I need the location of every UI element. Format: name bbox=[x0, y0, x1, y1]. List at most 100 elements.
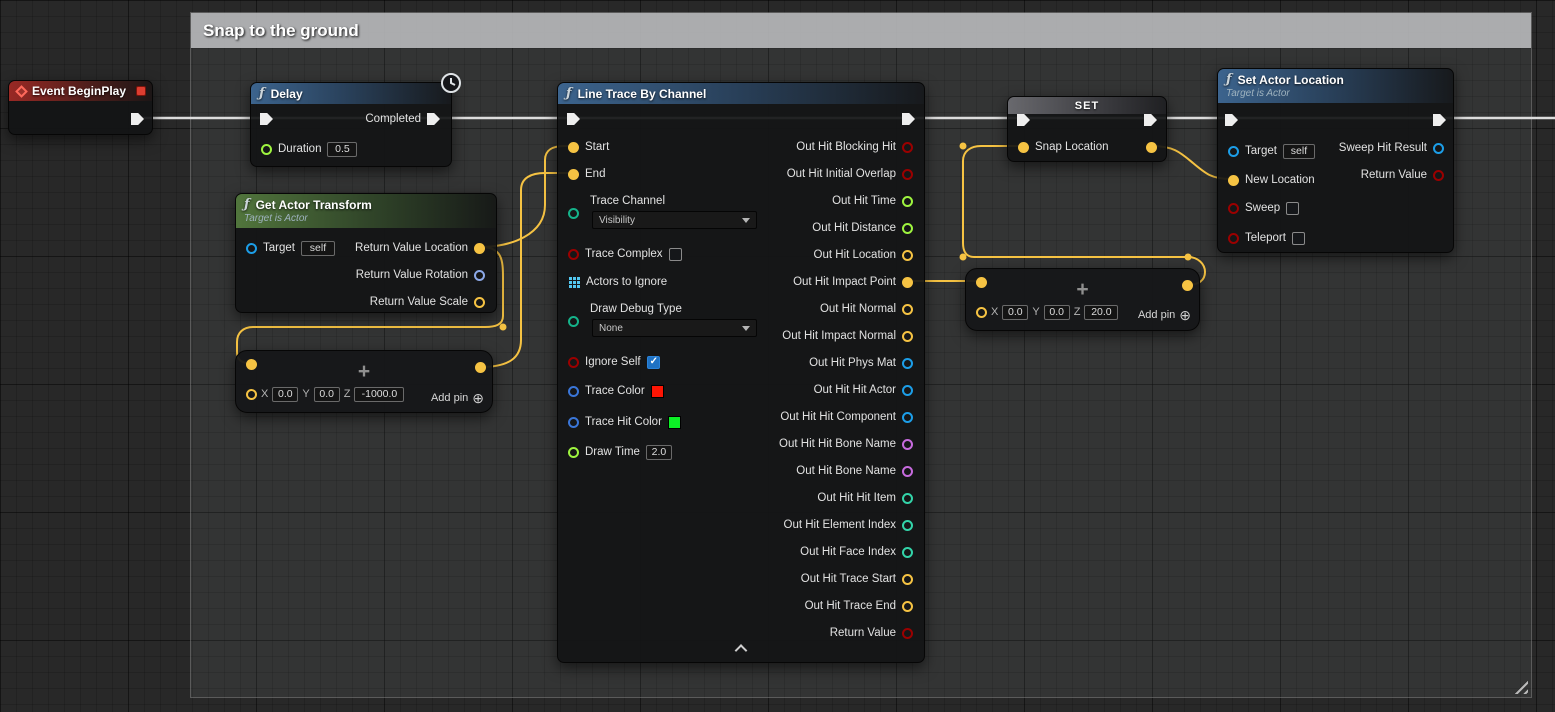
out-hit-impact-normal-pin[interactable] bbox=[902, 330, 913, 342]
out-hit-impact-point-pin[interactable] bbox=[902, 276, 913, 288]
node-vector-add-1[interactable]: + X 0.0 Y 0.0 Z -1000.0 Add pin ⊕ bbox=[235, 350, 493, 413]
trace-channel-dropdown[interactable]: Visibility bbox=[592, 211, 757, 229]
node-title: SET bbox=[1074, 99, 1100, 112]
trace-color-pin[interactable] bbox=[568, 385, 579, 397]
out-hit-time-label: Out Hit Time bbox=[832, 195, 896, 207]
pin-row-trace-complex: Trace Complex bbox=[568, 245, 682, 263]
comment-resize-handle[interactable] bbox=[1513, 679, 1528, 694]
out-hit-time-pin[interactable] bbox=[902, 195, 913, 207]
out-hit-blocking-hit-pin[interactable] bbox=[902, 141, 913, 153]
sweep-pin[interactable] bbox=[1228, 202, 1239, 214]
function-icon: ƒ bbox=[244, 197, 250, 212]
node-event-begin-play[interactable]: Event BeginPlay bbox=[8, 80, 153, 135]
return-value-pin[interactable] bbox=[1433, 169, 1444, 181]
target-pin[interactable] bbox=[1228, 145, 1239, 157]
out-hit-normal-pin[interactable] bbox=[902, 303, 913, 315]
add-output-pin[interactable] bbox=[1182, 280, 1193, 291]
out-hit-trace-start-pin[interactable] bbox=[902, 573, 913, 585]
out-hit-bone-name-pin[interactable] bbox=[902, 465, 913, 477]
y-label: Y bbox=[302, 388, 310, 400]
y-value-input[interactable]: 0.0 bbox=[313, 386, 340, 402]
pin-row-actors-to-ignore: Actors to Ignore bbox=[568, 273, 667, 291]
add-input-a-pin[interactable] bbox=[976, 277, 987, 288]
trace-complex-checkbox[interactable] bbox=[668, 247, 682, 261]
new-location-pin[interactable] bbox=[1228, 174, 1239, 186]
comment-title-bar[interactable]: Snap to the ground bbox=[191, 13, 1531, 48]
exec-out-pin[interactable] bbox=[902, 113, 915, 125]
draw-debug-type-pin[interactable] bbox=[568, 316, 579, 327]
start-label: Start bbox=[585, 141, 610, 153]
node-set-snap-location[interactable]: SET Snap Location bbox=[1007, 96, 1167, 162]
z-value-input[interactable]: 20.0 bbox=[1084, 304, 1119, 320]
draw-debug-type-dropdown[interactable]: None bbox=[592, 319, 757, 337]
exec-in-pin[interactable] bbox=[260, 113, 273, 125]
teleport-pin[interactable] bbox=[1228, 232, 1239, 244]
trace-color-swatch[interactable] bbox=[650, 384, 664, 398]
return-value-pin[interactable] bbox=[902, 627, 913, 639]
exec-in-pin[interactable] bbox=[1017, 114, 1030, 126]
ignore-self-pin[interactable] bbox=[568, 356, 579, 368]
return-value-rotation-pin[interactable] bbox=[474, 269, 485, 281]
ignore-self-checkbox[interactable] bbox=[646, 355, 660, 369]
blueprint-graph-canvas[interactable]: Snap to the ground Event BeginPlay ƒ Del… bbox=[0, 0, 1555, 712]
trace-hit-color-pin[interactable] bbox=[568, 416, 579, 428]
out-hit-distance-pin[interactable] bbox=[902, 222, 913, 234]
trace-channel-pin[interactable] bbox=[568, 208, 579, 219]
sweep-hit-result-pin[interactable] bbox=[1433, 142, 1444, 154]
teleport-checkbox[interactable] bbox=[1291, 231, 1305, 245]
node-set-actor-location[interactable]: ƒ Set Actor Location Target is Actor Tar… bbox=[1217, 68, 1454, 253]
exec-out-pin[interactable] bbox=[1144, 114, 1157, 126]
add-input-a-pin[interactable] bbox=[246, 359, 257, 370]
draw-time-pin[interactable] bbox=[568, 446, 579, 458]
out-hit-hit-item-pin[interactable] bbox=[902, 492, 913, 504]
collapse-chevron-icon[interactable] bbox=[734, 644, 748, 657]
start-pin[interactable] bbox=[568, 141, 579, 153]
exec-out-pin[interactable] bbox=[1433, 114, 1446, 126]
out-hit-element-index-pin[interactable] bbox=[902, 519, 913, 531]
trace-complex-pin[interactable] bbox=[568, 248, 579, 260]
z-value-input[interactable]: -1000.0 bbox=[354, 386, 405, 402]
draw-time-value-input[interactable]: 2.0 bbox=[645, 444, 672, 460]
sweep-checkbox[interactable] bbox=[1286, 201, 1300, 215]
add-pin-button[interactable]: Add pin ⊕ bbox=[431, 391, 484, 405]
trace-hit-color-swatch[interactable] bbox=[667, 415, 681, 429]
out-hit-initial-overlap-pin[interactable] bbox=[902, 168, 913, 180]
return-value-location-pin[interactable] bbox=[474, 242, 485, 254]
snap-location-out-pin[interactable] bbox=[1146, 142, 1157, 153]
target-value-input[interactable]: self bbox=[1282, 143, 1315, 159]
completed-exec-out-pin[interactable] bbox=[427, 113, 440, 125]
return-value-scale-pin[interactable] bbox=[474, 296, 485, 308]
comment-title-text: Snap to the ground bbox=[203, 20, 359, 40]
pin-row-out-hit-distance: Out Hit Distance bbox=[812, 219, 913, 237]
pin-row-out-hit-normal: Out Hit Normal bbox=[820, 300, 913, 318]
add-input-b-pin[interactable] bbox=[976, 306, 987, 318]
end-pin[interactable] bbox=[568, 168, 579, 180]
exec-in-pin[interactable] bbox=[1225, 114, 1238, 126]
node-get-actor-transform[interactable]: ƒ Get Actor Transform Target is Actor Ta… bbox=[235, 193, 497, 313]
out-hit-trace-end-pin[interactable] bbox=[902, 600, 913, 612]
duration-value-input[interactable]: 0.5 bbox=[327, 141, 358, 157]
y-value-input[interactable]: 0.0 bbox=[1043, 304, 1070, 320]
out-hit-hit-actor-pin[interactable] bbox=[902, 384, 913, 396]
out-hit-hit-component-pin[interactable] bbox=[902, 411, 913, 423]
duration-pin[interactable] bbox=[261, 143, 272, 155]
exec-out-pin[interactable] bbox=[131, 113, 144, 125]
add-output-pin[interactable] bbox=[475, 362, 486, 373]
out-hit-phys-mat-pin[interactable] bbox=[902, 357, 913, 369]
add-input-b-pin[interactable] bbox=[246, 388, 257, 400]
array-pin-icon[interactable] bbox=[568, 276, 580, 288]
x-value-input[interactable]: 0.0 bbox=[272, 386, 299, 402]
node-delay[interactable]: ƒ Delay Completed Duration 0.5 bbox=[250, 73, 461, 167]
target-pin[interactable] bbox=[246, 242, 257, 254]
target-value-input[interactable]: self bbox=[300, 240, 335, 256]
line-trace-header: ƒ Line Trace By Channel bbox=[558, 83, 924, 104]
snap-location-in-pin[interactable] bbox=[1018, 141, 1029, 153]
out-hit-face-index-pin[interactable] bbox=[902, 546, 913, 558]
out-hit-location-pin[interactable] bbox=[902, 249, 913, 261]
x-value-input[interactable]: 0.0 bbox=[1002, 304, 1029, 320]
out-hit-hit-bone-name-pin[interactable] bbox=[902, 438, 913, 450]
exec-in-pin[interactable] bbox=[567, 113, 580, 125]
add-pin-button[interactable]: Add pin ⊕ bbox=[1138, 308, 1191, 322]
node-line-trace-by-channel[interactable]: ƒ Line Trace By Channel Start End Trace … bbox=[557, 82, 925, 663]
node-vector-add-2[interactable]: + X 0.0 Y 0.0 Z 20.0 Add pin ⊕ bbox=[965, 268, 1200, 331]
